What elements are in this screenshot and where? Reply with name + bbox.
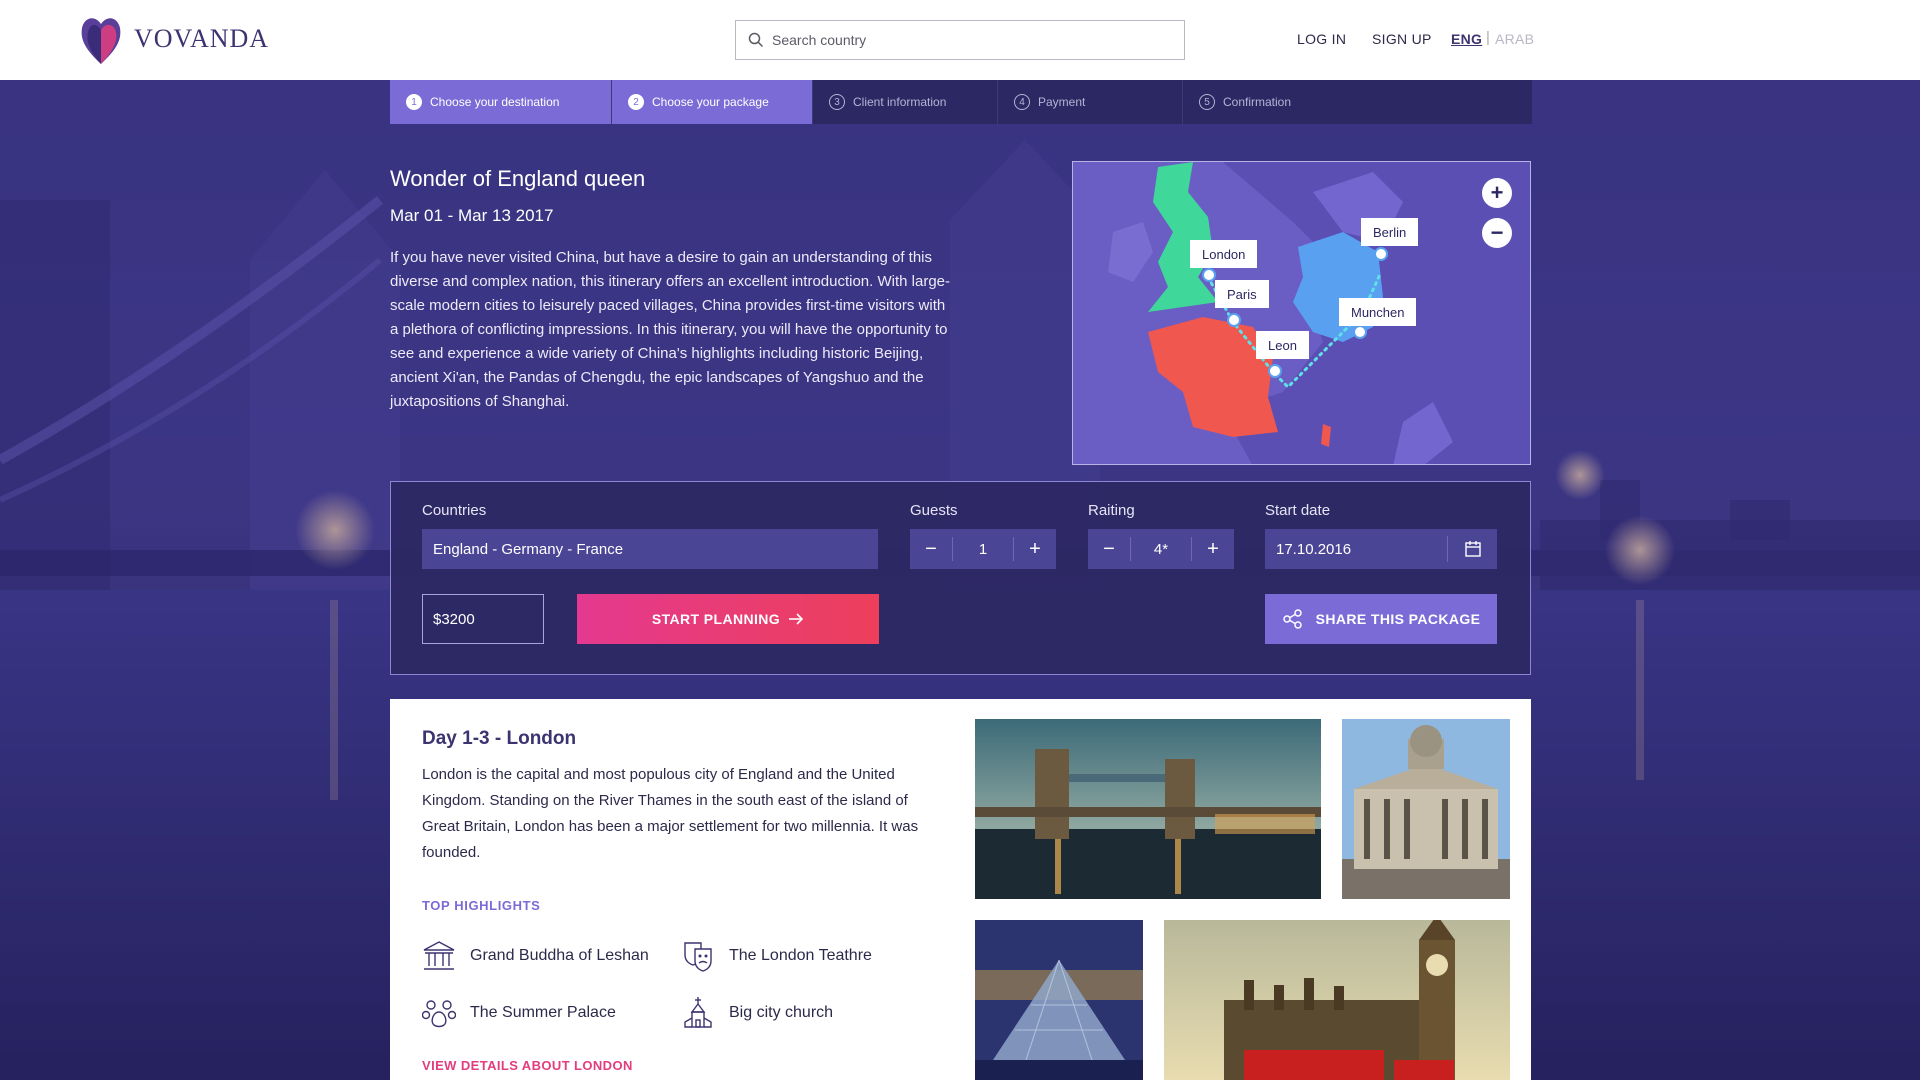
city-label-munchen[interactable]: Munchen [1339, 298, 1417, 326]
logo[interactable]: VOVANDA [80, 12, 269, 66]
highlight-item[interactable]: The London Teathre [681, 939, 872, 973]
heart-logo-icon [81, 18, 121, 64]
guests-value[interactable]: 1 [952, 537, 1014, 561]
rating-decrement-button[interactable]: − [1088, 529, 1130, 569]
big-ben-photo[interactable] [1164, 920, 1510, 1080]
tour-dates: Mar 01 - Mar 13 2017 [390, 206, 554, 225]
step-label: Choose your destination [430, 95, 560, 109]
guests-decrement-button[interactable]: − [910, 529, 952, 569]
lang-eng[interactable]: ENG [1451, 31, 1482, 47]
start-planning-button[interactable]: START PLANNING [577, 594, 879, 644]
day-description: London is the capital and most populous … [422, 766, 919, 861]
countries-select[interactable]: England - Germany - France [422, 529, 878, 569]
step-choose-destination[interactable]: 1 Choose your destination [390, 80, 612, 124]
start-date-value[interactable]: 17.10.2016 [1265, 541, 1447, 558]
city-label-paris[interactable]: Paris [1215, 280, 1269, 308]
step-confirmation[interactable]: 5 Confirmation [1183, 80, 1532, 124]
louvre-pyramid-photo[interactable] [975, 920, 1143, 1080]
day-card: Day 1-3 - London London is the capital a… [390, 699, 1531, 1080]
step-label: Payment [1038, 95, 1086, 109]
lang-separator: | [1486, 29, 1490, 46]
paw-icon [422, 1000, 456, 1028]
council-house-photo[interactable] [1342, 719, 1510, 899]
step-payment[interactable]: 4 Payment [998, 80, 1183, 124]
city-label-leon[interactable]: Leon [1256, 331, 1309, 359]
guests-label: Guests [910, 502, 958, 519]
highlight-item[interactable]: Grand Buddha of Leshan [422, 939, 649, 973]
step-number: 4 [1014, 94, 1030, 110]
step-label: Choose your package [652, 95, 769, 109]
rating-increment-button[interactable]: + [1192, 529, 1234, 569]
highlights-title: TOP HIGHLIGHTS [422, 898, 541, 913]
highlight-item[interactable]: The Summer Palace [422, 996, 616, 1030]
step-number: 1 [406, 94, 422, 110]
share-package-label: SHARE THIS PACKAGE [1315, 611, 1481, 627]
zoom-in-button[interactable]: + [1482, 178, 1512, 208]
tour-description: If you have never visited China, but hav… [390, 249, 951, 410]
search-icon [748, 32, 764, 48]
step-number: 3 [829, 94, 845, 110]
step-number: 5 [1199, 94, 1215, 110]
zoom-out-button[interactable]: − [1482, 218, 1512, 248]
step-label: Confirmation [1223, 95, 1292, 109]
step-client-information[interactable]: 3 Client information [813, 80, 998, 124]
church-icon [684, 997, 712, 1028]
step-choose-package[interactable]: 2 Choose your package [612, 80, 813, 124]
price-field[interactable]: $3200 [422, 594, 544, 644]
rating-value[interactable]: 4* [1130, 537, 1192, 561]
countries-label: Countries [422, 502, 487, 519]
share-package-button[interactable]: SHARE THIS PACKAGE [1265, 594, 1497, 644]
step-label: Client information [853, 95, 947, 109]
start-date-label: Start date [1265, 502, 1331, 519]
rating-label: Raiting [1088, 502, 1135, 519]
calendar-icon[interactable] [1447, 536, 1497, 562]
step-number: 2 [628, 94, 644, 110]
view-details-link[interactable]: VIEW DETAILS ABOUT LONDON [422, 1058, 633, 1073]
site-header: VOVANDA LOG IN SIGN UP ENG | ARAB [0, 0, 1920, 80]
highlight-label: The Summer Palace [470, 1004, 616, 1021]
login-link[interactable]: LOG IN [1297, 31, 1346, 47]
arrow-right-icon [789, 613, 804, 625]
brand-name: VOVANDA [134, 24, 270, 53]
highlight-item[interactable]: Big city church [681, 996, 833, 1030]
city-label-london[interactable]: London [1190, 240, 1258, 268]
day-title: Day 1-3 - London [422, 728, 577, 749]
signup-link[interactable]: SIGN UP [1372, 31, 1432, 47]
search-input[interactable] [772, 32, 1152, 48]
theatre-masks-icon [684, 942, 712, 972]
start-planning-label: START PLANNING [651, 611, 781, 627]
highlight-label: Grand Buddha of Leshan [470, 947, 649, 964]
tour-title: Wonder of England queen [390, 166, 646, 191]
booking-panel: Countries Guests Raiting Start date Engl… [390, 481, 1531, 675]
rating-stepper: − 4* + [1088, 529, 1234, 569]
highlight-label: The London Teathre [729, 947, 872, 964]
guests-stepper: − 1 + [910, 529, 1056, 569]
search-box[interactable] [735, 20, 1185, 60]
highlight-label: Big city church [729, 1004, 834, 1021]
guests-increment-button[interactable]: + [1014, 529, 1056, 569]
share-icon [1282, 609, 1302, 629]
route-map[interactable]: London Paris Leon Berlin Munchen + − [1072, 161, 1531, 465]
europe-map-graphic [1073, 162, 1530, 464]
city-label-berlin[interactable]: Berlin [1361, 218, 1419, 246]
museum-icon [423, 941, 455, 970]
start-date-field[interactable]: 17.10.2016 [1265, 529, 1497, 569]
tower-bridge-photo[interactable] [975, 719, 1321, 899]
booking-steps: 1 Choose your destination 2 Choose your … [390, 80, 1532, 124]
lang-arab[interactable]: ARAB [1495, 31, 1534, 47]
